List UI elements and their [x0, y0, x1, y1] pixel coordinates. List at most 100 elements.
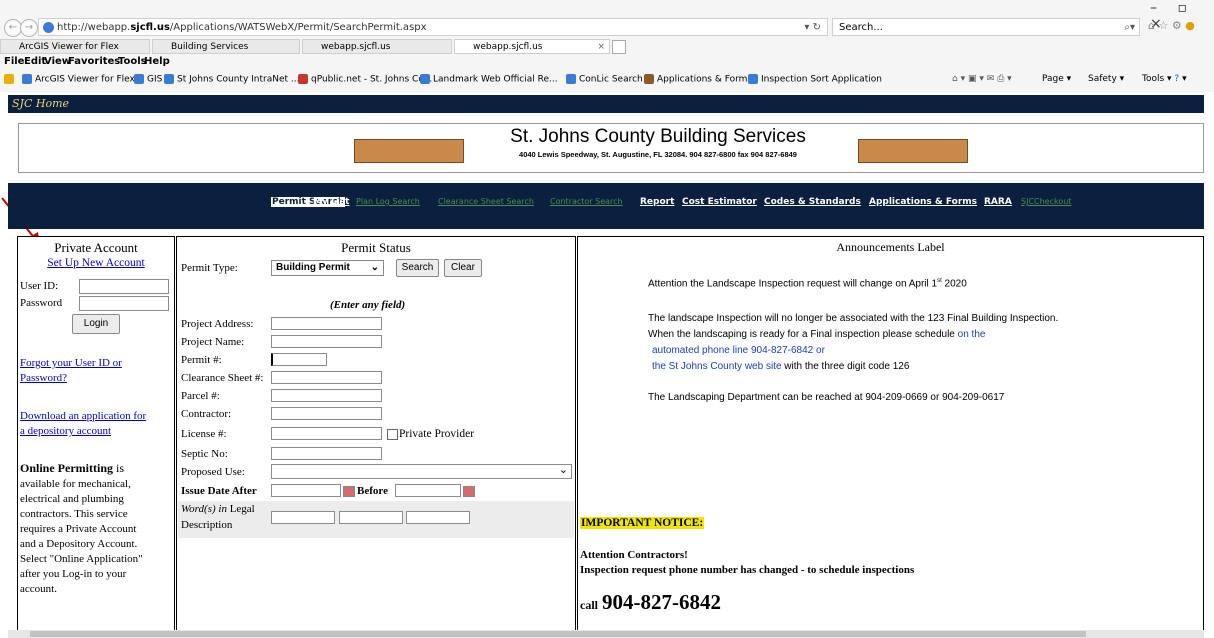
tab-webapp-1[interactable]: webapp.sjcfl.us: [302, 39, 452, 54]
fav-qpublic[interactable]: qPublic.net - St. Johns Co...: [298, 74, 432, 85]
nav-clearance-sheet-search[interactable]: Clearance Sheet Search: [438, 197, 534, 206]
legal-word-input-3[interactable]: [406, 511, 470, 524]
tab-building-services[interactable]: Building Services: [152, 39, 300, 54]
password-input[interactable]: [79, 296, 169, 311]
cmd-safety[interactable]: Safety ▾: [1088, 74, 1124, 84]
calendar-icon[interactable]: [463, 486, 475, 497]
tab-arcgis[interactable]: ArcGIS Viewer for Flex: [0, 39, 150, 54]
nav-codes-standards[interactable]: Codes & Standards: [764, 197, 861, 207]
nav-contractor-search[interactable]: Contractor Search: [550, 197, 623, 206]
project-name-input[interactable]: [271, 335, 382, 348]
search-icon[interactable]: ⌕▾: [1124, 19, 1135, 37]
cmd-page[interactable]: Page ▾: [1042, 74, 1071, 84]
online-permitting-text: available for mechanical, electrical and…: [20, 478, 143, 595]
toolbar-icons: ⌂ ☆ ⚙ ●: [1148, 19, 1195, 32]
sjc-web-site-link[interactable]: the St Johns County web site: [652, 361, 782, 372]
nav-applications-forms[interactable]: Applications & Forms: [869, 197, 977, 207]
legal-word-input-1[interactable]: [271, 511, 335, 524]
sjc-home-link[interactable]: SJC Home: [8, 95, 1204, 113]
project-address-label: Project Address:: [181, 318, 254, 330]
nav-rara[interactable]: RARA: [984, 197, 1012, 207]
favorites-star-add-icon[interactable]: [4, 74, 17, 85]
announcements-panel: [577, 236, 1204, 638]
menu-edit[interactable]: Edit: [24, 56, 46, 67]
page-address: 4040 Lewis Speedway, St. Augustine, FL 3…: [519, 150, 797, 159]
clearance-sheet-input[interactable]: [271, 371, 382, 384]
chevron-down-icon: ⌄: [370, 262, 379, 273]
fav-inspection-sort[interactable]: Inspection Sort Application: [748, 74, 882, 85]
building-logo-right: [858, 139, 968, 163]
cmd-tools[interactable]: Tools ▾ ? ▾: [1142, 74, 1187, 84]
inspection-phone: call 904-827-6842: [580, 590, 721, 614]
permit-type-select[interactable]: Building Permit ⌄: [271, 260, 384, 276]
menu-tools[interactable]: Tools: [118, 56, 147, 67]
new-tab-icon[interactable]: [612, 40, 626, 54]
online-permitting-heading: Online Permitting is: [20, 461, 125, 475]
nav-report[interactable]: Report: [640, 197, 674, 207]
menu-view[interactable]: View: [44, 56, 71, 67]
url-prefix: http://webapp.: [57, 22, 131, 33]
close-tab-icon[interactable]: ×: [597, 40, 605, 53]
septic-number-input[interactable]: [271, 447, 382, 460]
login-button[interactable]: Login: [72, 314, 120, 334]
depository-account-link[interactable]: a depository account: [20, 425, 111, 437]
userid-input[interactable]: [79, 279, 169, 294]
gear-icon[interactable]: ⚙: [1172, 19, 1182, 32]
address-bar[interactable]: http://webapp.sjcfl.us/Applications/WATS…: [38, 18, 828, 36]
license-number-input[interactable]: [271, 427, 382, 440]
contractor-input[interactable]: [271, 407, 382, 420]
private-provider-checkbox[interactable]: [387, 429, 398, 440]
download-application-link[interactable]: Download an application for: [20, 410, 146, 422]
nav-plan-log-search[interactable]: Plan Log Search: [356, 197, 420, 206]
calendar-icon[interactable]: [343, 486, 355, 497]
fav-gis[interactable]: GIS: [134, 74, 162, 85]
proposed-use-select[interactable]: ⌄: [271, 463, 572, 479]
menu-favorites[interactable]: Favorites: [68, 56, 120, 67]
forward-icon[interactable]: →: [20, 19, 38, 37]
setup-account-link[interactable]: Set Up New Account: [17, 257, 175, 269]
favorites-star-icon[interactable]: ☆: [1158, 19, 1168, 32]
issue-date-after-input[interactable]: [271, 484, 341, 497]
fav-applications-forms[interactable]: Applications & Forms: [644, 74, 752, 85]
search-button[interactable]: Search: [396, 259, 439, 277]
tab-webapp-active[interactable]: webapp.sjcfl.us ×: [454, 39, 610, 54]
fav-intranet[interactable]: St Johns County IntraNet ...: [164, 74, 299, 85]
home-icon[interactable]: ⌂: [1148, 19, 1155, 32]
legal-description-label: Description: [181, 519, 233, 531]
legal-word-input-2[interactable]: [339, 511, 403, 524]
nav-cost-estimator[interactable]: Cost Estimator: [682, 197, 757, 207]
nav-sjccheckout[interactable]: SJCCheckout: [1021, 197, 1071, 206]
help-icon: ?: [1174, 74, 1180, 84]
fav-conlic[interactable]: ConLic Search: [566, 74, 643, 85]
landscape-change-notice: Attention the Landscape Inspection reque…: [648, 278, 967, 290]
scrollbar-thumb[interactable]: [30, 631, 1086, 637]
refresh-icon[interactable]: ▾ ↻: [804, 19, 821, 35]
command-icons[interactable]: ⌂ ▾ ▣ ▾ ✉ ⎙ ▾: [952, 74, 1012, 84]
userid-label: User ID:: [20, 280, 59, 292]
permit-number-label: Permit #:: [181, 354, 222, 366]
project-address-input[interactable]: [271, 317, 382, 330]
clearance-sheet-label: Clearance Sheet #:: [181, 372, 264, 384]
permit-number-input[interactable]: [271, 353, 327, 366]
nav-my-list[interactable]: My List: [313, 197, 349, 207]
fav-landmark[interactable]: Landmark Web Official Re...: [420, 74, 558, 85]
parcel-number-input[interactable]: [271, 389, 382, 402]
page-icon: [420, 74, 430, 84]
minimize-icon[interactable]: –: [1150, 0, 1157, 16]
landscape-p2-line1: The landscape Inspection will no longer …: [648, 313, 1059, 324]
forgot-password-link[interactable]: Password?: [20, 372, 67, 384]
project-name-label: Project Name:: [181, 336, 245, 348]
landscape-p2-line4: the St Johns County web site with the th…: [652, 361, 910, 372]
smiley-icon[interactable]: ●: [1185, 19, 1195, 32]
horizontal-scrollbar[interactable]: [8, 630, 1204, 638]
forgot-userid-link[interactable]: Forgot your User ID or: [20, 357, 122, 369]
issue-date-before-input[interactable]: [395, 484, 461, 497]
menu-file[interactable]: File: [4, 56, 24, 67]
phone-changed-notice: Inspection request phone number has chan…: [580, 564, 915, 576]
fav-arcgis[interactable]: ArcGIS Viewer for Flex: [22, 74, 135, 85]
menu-help[interactable]: Help: [144, 56, 170, 67]
maximize-icon[interactable]: ▫: [1177, 0, 1187, 16]
browser-search-input[interactable]: Search... ⌕▾: [832, 18, 1140, 36]
issue-date-after-label: Issue Date After: [181, 485, 257, 497]
clear-button[interactable]: Clear: [444, 259, 482, 277]
